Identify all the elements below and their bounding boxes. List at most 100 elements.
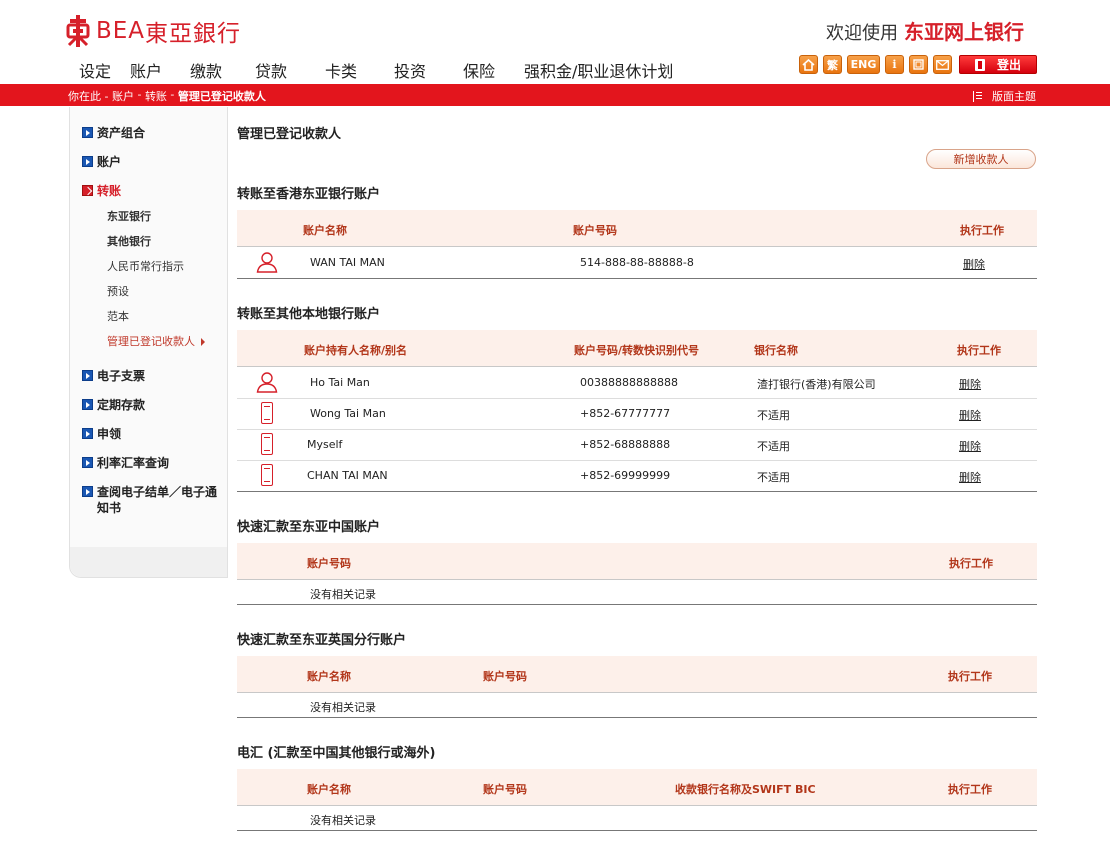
sidebar-item-portfolio[interactable]: 资产组合 bbox=[82, 125, 222, 141]
home-icon bbox=[802, 58, 815, 71]
column-header: 执行工作 bbox=[949, 557, 993, 570]
mail-icon bbox=[936, 59, 949, 70]
user-icon bbox=[256, 372, 278, 393]
column-header: 银行名称 bbox=[754, 344, 798, 357]
sidebar-sub-template[interactable]: 范本 bbox=[107, 310, 129, 324]
sidebar: 资产组合 账户 转账 东亚银行 其他银行 人民币常行指示 预设 范本 管理已登记… bbox=[69, 107, 228, 578]
column-header: 执行工作 bbox=[957, 344, 1001, 357]
column-header: 账户号码 bbox=[483, 670, 527, 683]
phone-icon bbox=[261, 402, 273, 424]
breadcrumb-current: 管理已登记收款人 bbox=[177, 90, 266, 103]
nav-settings[interactable]: 设定 bbox=[70, 58, 130, 82]
nav-insurance[interactable]: 保险 bbox=[463, 58, 524, 82]
column-header: 执行工作 bbox=[948, 670, 992, 683]
nav-cards[interactable]: 卡类 bbox=[325, 58, 394, 82]
table-row: WAN TAI MAN 514-888-88-88888-8 删除 bbox=[237, 247, 1037, 279]
brand-text: 东亚网上银行 bbox=[904, 20, 1024, 44]
column-header: 账户名称 bbox=[303, 224, 347, 237]
traditional-chinese-button[interactable]: 繁 bbox=[823, 55, 842, 74]
payee-name: Ho Tai Man bbox=[310, 376, 370, 389]
nav-investment[interactable]: 投资 bbox=[394, 58, 463, 82]
section-title: 转账至其他本地银行账户 bbox=[237, 307, 381, 322]
print-button[interactable] bbox=[909, 55, 928, 74]
sidebar-item-label: 定期存款 bbox=[97, 398, 146, 412]
column-header: 账户持有人名称/别名 bbox=[304, 344, 408, 357]
nav-mpf[interactable]: 强积金/职业退休计划 bbox=[524, 58, 673, 82]
empty-message: 没有相关记录 bbox=[310, 701, 376, 714]
logout-door-icon bbox=[974, 58, 985, 71]
sidebar-sub-bea[interactable]: 东亚银行 bbox=[107, 210, 151, 224]
print-icon bbox=[913, 59, 924, 70]
sidebar-sub-rmb-standing[interactable]: 人民币常行指示 bbox=[107, 260, 184, 274]
user-icon bbox=[256, 252, 278, 273]
welcome-banner: 欢迎使用 东亚网上银行 bbox=[826, 16, 1024, 45]
sidebar-item-apply[interactable]: 申领 bbox=[82, 426, 222, 442]
arrow-square-icon bbox=[82, 399, 93, 410]
sidebar-footer bbox=[70, 547, 227, 577]
sidebar-sub-label: 管理已登记收款人 bbox=[107, 335, 195, 348]
breadcrumb-separator: - bbox=[133, 88, 145, 101]
sidebar-item-transfer[interactable]: 转账 bbox=[82, 183, 222, 199]
table-header: 账户名称 账户号码 执行工作 bbox=[237, 656, 1037, 693]
sidebar-sub-other-banks[interactable]: 其他银行 bbox=[107, 235, 151, 249]
delete-link[interactable]: 删除 bbox=[959, 407, 981, 423]
toolbar: 繁 ENG i 登出 bbox=[799, 55, 1037, 74]
nav-accounts[interactable]: 账户 bbox=[130, 58, 190, 82]
add-payee-button[interactable]: 新增收款人 bbox=[926, 149, 1036, 169]
theme-label: 版面主题 bbox=[992, 90, 1036, 103]
sidebar-item-time-deposit[interactable]: 定期存款 bbox=[82, 397, 222, 413]
mail-button[interactable] bbox=[933, 55, 952, 74]
phone-icon bbox=[261, 433, 273, 455]
caret-right-icon bbox=[201, 338, 205, 346]
info-button[interactable]: i bbox=[885, 55, 904, 74]
arrow-square-icon bbox=[82, 457, 93, 468]
breadcrumb-transfer[interactable]: 转账 bbox=[145, 88, 167, 104]
theme-link[interactable]: 版面主题 bbox=[973, 88, 1036, 104]
breadcrumb-accounts[interactable]: 账户 bbox=[112, 88, 134, 104]
sidebar-item-label: 申领 bbox=[97, 427, 122, 441]
column-header: 执行工作 bbox=[960, 224, 1004, 237]
bank-name: 不适用 bbox=[757, 409, 790, 422]
sidebar-item-echeque[interactable]: 电子支票 bbox=[82, 368, 222, 384]
bea-logo[interactable]: BEA 東亞銀行 bbox=[66, 14, 241, 48]
sidebar-item-label: 查阅电子结单／电子通知书 bbox=[97, 485, 218, 515]
sidebar-sub-manage-payees[interactable]: 管理已登记收款人 bbox=[107, 335, 205, 349]
info-icon: i bbox=[892, 58, 897, 71]
logo-text-cn: 東亞銀行 bbox=[145, 21, 242, 47]
divider bbox=[237, 830, 1037, 831]
arrow-square-icon bbox=[82, 156, 93, 167]
logo-text-en: BEA bbox=[96, 18, 146, 44]
delete-link[interactable]: 删除 bbox=[959, 376, 981, 392]
table-row: Ho Tai Man 00388888888888 渣打银行(香港)有限公司 删… bbox=[237, 367, 1037, 399]
sidebar-item-label: 账户 bbox=[97, 155, 122, 169]
account-number: +852-69999999 bbox=[580, 469, 671, 482]
section-title: 快速汇款至东亚中国账户 bbox=[237, 520, 381, 535]
table-header: 账户名称 账户号码 执行工作 bbox=[237, 210, 1037, 247]
column-header: 账户号码 bbox=[573, 224, 617, 237]
bea-logo-icon bbox=[66, 15, 90, 47]
sidebar-item-rates[interactable]: 利率汇率查询 bbox=[82, 455, 222, 471]
section-title: 转账至香港东亚银行账户 bbox=[237, 187, 381, 202]
nav-payments[interactable]: 缴款 bbox=[190, 58, 255, 82]
sidebar-item-accounts[interactable]: 账户 bbox=[82, 154, 222, 170]
section-title: 电汇 (汇款至中国其他银行或海外) bbox=[237, 746, 436, 761]
logout-label: 登出 bbox=[996, 58, 1021, 72]
sidebar-item-label: 转账 bbox=[97, 184, 122, 198]
delete-link[interactable]: 删除 bbox=[959, 469, 981, 485]
logout-button[interactable]: 登出 bbox=[959, 55, 1037, 74]
column-header: 执行工作 bbox=[948, 783, 992, 796]
bank-name: 不适用 bbox=[757, 471, 790, 484]
nav-loans[interactable]: 贷款 bbox=[255, 58, 325, 82]
arrow-square-icon bbox=[82, 428, 93, 439]
breadcrumb-separator: - bbox=[166, 88, 178, 101]
welcome-text: 欢迎使用 bbox=[826, 23, 898, 44]
delete-link[interactable]: 删除 bbox=[959, 438, 981, 454]
english-button[interactable]: ENG bbox=[847, 55, 880, 74]
breadcrumb-bar: 你在此 - 账户 - 转账 - 管理已登记收款人 版面主题 bbox=[0, 84, 1110, 106]
bank-name: 不适用 bbox=[757, 440, 790, 453]
table-header: 账户名称 账户号码 收款银行名称及SWIFT BIC 执行工作 bbox=[237, 769, 1037, 806]
sidebar-item-estatement[interactable]: 查阅电子结单／电子通知书 bbox=[82, 484, 217, 516]
sidebar-sub-preset[interactable]: 预设 bbox=[107, 285, 129, 299]
home-button[interactable] bbox=[799, 55, 818, 74]
delete-link[interactable]: 删除 bbox=[963, 256, 985, 272]
